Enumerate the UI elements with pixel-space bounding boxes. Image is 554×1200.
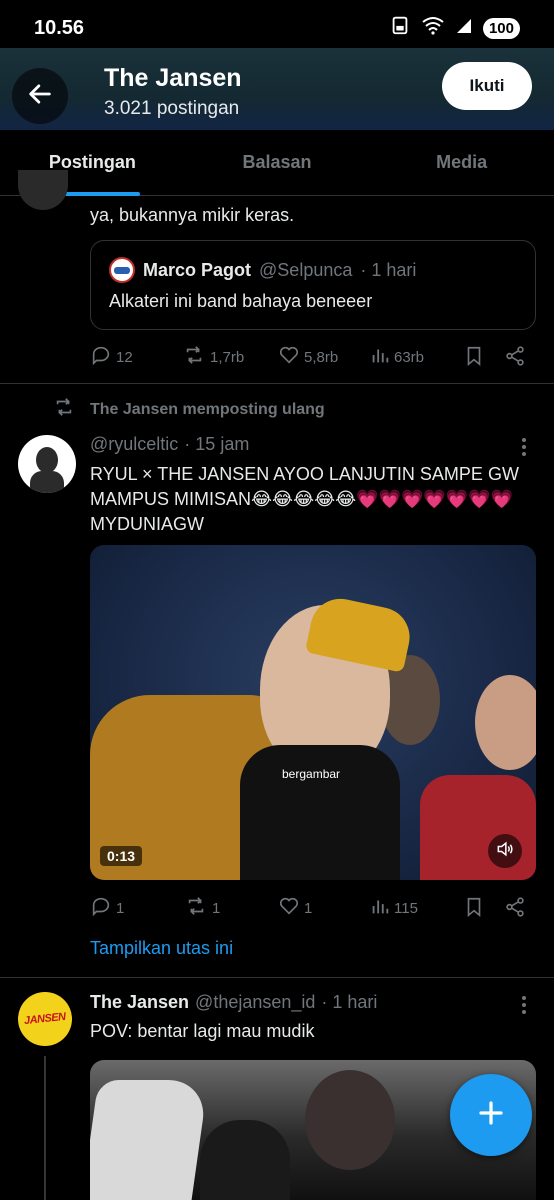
quote-author-handle: @Selpunca [259, 259, 353, 280]
profile-header: The Jansen 3.021 postingan Ikuti [0, 48, 554, 130]
repost-count: 1 [212, 899, 221, 917]
tab-replies[interactable]: Balasan [185, 130, 370, 195]
post-count: 3.021 postingan [104, 98, 240, 119]
share-icon[interactable] [504, 896, 526, 922]
video-alt-label: bergambar [282, 767, 341, 781]
avatar-logo-text: JANSEN [23, 1010, 67, 1028]
views-button[interactable]: 115 [370, 895, 418, 921]
share-icon[interactable] [504, 345, 526, 371]
show-thread-link[interactable]: Tampilkan utas ini [90, 938, 233, 959]
like-button[interactable]: 1 [278, 895, 312, 921]
more-options-icon[interactable] [520, 994, 528, 1021]
views-icon [370, 344, 390, 370]
repost-indicator[interactable]: The Jansen memposting ulang [52, 396, 325, 423]
reply-icon [90, 895, 112, 921]
views-icon [370, 895, 390, 921]
heart-icon [278, 344, 300, 370]
repost-button[interactable]: 1,7rb [182, 344, 244, 370]
avatar [109, 257, 135, 283]
battery-indicator: 100 [482, 17, 520, 39]
quote-text: Alkateri ini band bahaya beneeer [109, 291, 373, 311]
page-title: The Jansen [104, 64, 242, 92]
author-name[interactable]: The Jansen [90, 992, 189, 1013]
post-text: ya, bukannya mikir keras. [90, 205, 295, 225]
signal-icon [455, 15, 473, 41]
compose-button[interactable] [450, 1074, 532, 1156]
repost-icon [182, 344, 206, 370]
repost-icon [52, 396, 76, 423]
post-text: POV: bentar lagi mau mudik [90, 1021, 315, 1041]
wifi-icon [421, 14, 445, 42]
alarm-icon [389, 14, 411, 42]
arrow-left-icon [26, 80, 54, 113]
repost-button[interactable]: 1 [184, 895, 220, 921]
post-header: The Jansen @thejansen_id · 1 hari [90, 992, 377, 1013]
status-icons: 100 [389, 14, 520, 42]
status-bar: 10.56 100 [0, 0, 554, 56]
repost-label: The Jansen memposting ulang [90, 400, 325, 418]
thread-line [44, 1056, 46, 1200]
back-button[interactable] [12, 68, 68, 124]
speaker-icon [495, 839, 515, 864]
post-time: · 15 jam [184, 434, 250, 454]
follow-button[interactable]: Ikuti [442, 62, 532, 110]
status-time: 10.56 [34, 16, 85, 39]
reply-button[interactable]: 12 [90, 344, 133, 370]
reply-button[interactable]: 1 [90, 895, 124, 921]
reply-icon [90, 344, 112, 370]
author-handle[interactable]: @thejansen_id [195, 992, 315, 1013]
reply-count: 1 [116, 899, 125, 917]
like-count: 5,8rb [304, 348, 339, 366]
video-duration: 0:13 [100, 846, 143, 866]
repost-count: 1,7rb [210, 348, 245, 366]
divider [0, 383, 554, 384]
bookmark-icon[interactable] [464, 896, 484, 922]
bookmark-icon[interactable] [464, 345, 484, 371]
like-count: 1 [304, 899, 313, 917]
repost-icon [184, 895, 208, 921]
post-time: · 1 hari [321, 992, 378, 1012]
heart-icon [278, 895, 300, 921]
views-count: 63rb [394, 348, 425, 366]
quoted-post[interactable]: Marco Pagot @Selpunca · 1 hari Alkateri … [90, 240, 536, 330]
reply-count: 12 [116, 348, 133, 366]
author-handle[interactable]: @ryulceltic [90, 434, 178, 455]
views-button[interactable]: 63rb [370, 344, 424, 370]
avatar[interactable]: JANSEN [18, 992, 72, 1046]
avatar[interactable] [18, 435, 76, 493]
post-header: @ryulceltic · 15 jam [90, 434, 249, 455]
avatar[interactable] [18, 170, 68, 210]
divider [0, 977, 554, 978]
plus-icon [476, 1098, 506, 1133]
post-actions: 12 1,7rb 5,8rb 63rb [90, 344, 536, 370]
like-button[interactable]: 5,8rb [278, 344, 338, 370]
profile-tabs: Postingan Balasan Media [0, 130, 554, 196]
tab-media[interactable]: Media [369, 130, 554, 195]
quote-time: · 1 hari [360, 259, 417, 280]
post-text: RYUL × THE JANSEN AYOO LANJUTIN SAMPE GW… [90, 464, 519, 534]
mute-button[interactable] [488, 834, 522, 868]
quote-author-name: Marco Pagot [143, 259, 252, 280]
post-actions: 1 1 1 115 [90, 895, 536, 921]
more-options-icon[interactable] [520, 436, 528, 463]
video-player[interactable]: bergambar 0:13 [90, 545, 536, 880]
views-count: 115 [394, 899, 418, 917]
